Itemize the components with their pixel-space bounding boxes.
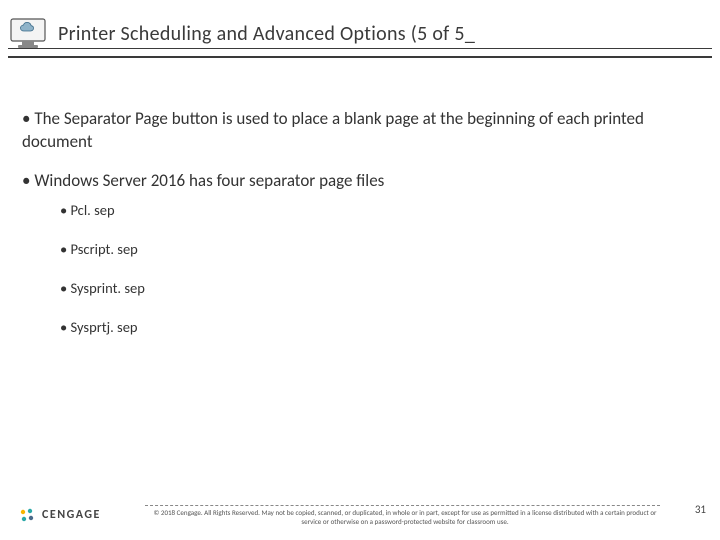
sub-bullet-item: Pscript. sep <box>60 238 698 261</box>
slide-body: The Separator Page button is used to pla… <box>22 108 698 356</box>
monitor-cloud-icon <box>8 16 52 52</box>
bullet-item: The Separator Page button is used to pla… <box>22 108 698 154</box>
bullet-item: Windows Server 2016 has four separator p… <box>22 170 698 340</box>
bullet-list-level2: Pcl. sep Pscript. sep Sysprint. sep Sysp… <box>60 199 698 340</box>
bullet-list-level1: The Separator Page button is used to pla… <box>22 108 698 340</box>
page-number: 31 <box>695 503 706 516</box>
slide-footer: CENGAGE © 2018 Cengage. All Rights Reser… <box>0 498 720 530</box>
slide-title: Printer Scheduling and Advanced Options … <box>58 22 475 46</box>
slide-header: Printer Scheduling and Advanced Options … <box>0 8 720 60</box>
cengage-mark-icon <box>18 506 36 524</box>
header-rule-thick <box>8 56 712 58</box>
slide: { "header": { "title": "Printer Scheduli… <box>0 0 720 540</box>
bullet-text: Windows Server 2016 has four separator p… <box>34 170 384 191</box>
brand-logo: CENGAGE <box>18 506 101 524</box>
header-rule-thin <box>8 48 712 49</box>
sub-bullet-item: Sysprint. sep <box>60 277 698 300</box>
brand-name: CENGAGE <box>42 508 101 522</box>
sub-bullet-item: Pcl. sep <box>60 199 698 222</box>
copyright-text: © 2018 Cengage. All Rights Reserved. May… <box>150 509 660 526</box>
sub-bullet-item: Sysprtj. sep <box>60 316 698 339</box>
